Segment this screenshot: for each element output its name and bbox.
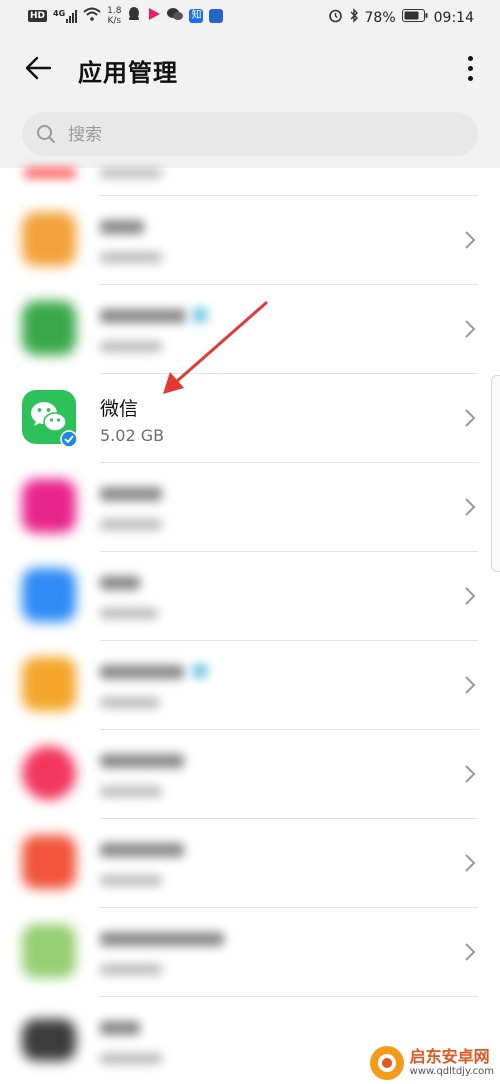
zhihu-icon: 知 [189,9,204,23]
battery-percent: 78% [364,9,396,26]
blurred-app-icon [22,1019,76,1061]
list-item[interactable] [0,819,500,908]
hd-badge: HD [28,10,48,22]
blurred-text [100,786,162,797]
chevron-right-icon [465,676,476,694]
blurred-text [100,1021,140,1035]
app-size: 5.02 GB [100,426,165,445]
list-item[interactable] [0,156,500,196]
scrollbar[interactable] [491,375,500,572]
list-item[interactable] [0,285,500,374]
list-item[interactable] [0,463,500,552]
watermark-url: www.qdltdjy.com [409,1066,494,1077]
search-bar[interactable] [22,112,478,158]
chevron-right-icon [465,854,476,872]
blurred-app-icon [22,568,76,622]
list-item[interactable] [0,730,500,819]
signal-label: 4G [53,9,66,18]
blurred-text [100,608,158,619]
list-item[interactable] [0,552,500,641]
blurred-text [100,576,140,590]
blurred-app-icon [24,168,76,178]
status-bar: HD 4G 1.8 K/s 知 78% 09:14 [0,0,500,36]
status-left: HD 4G 1.8 K/s 知 [28,6,224,26]
blurred-badge [192,663,208,679]
speed-unit: K/s [107,16,122,26]
blurred-text [100,309,186,323]
chevron-right-icon [465,587,476,605]
blurred-badge [192,307,208,323]
clock: 09:14 [433,9,474,26]
blurred-text [100,341,162,352]
chevron-right-icon [465,409,476,427]
more-options-button[interactable] [458,50,482,86]
blurred-text [100,519,162,530]
chevron-right-icon [465,765,476,783]
blurred-app-icon [22,301,76,355]
alarm-icon [328,8,343,27]
video-app-icon [147,7,161,25]
wechat-status-icon [167,7,184,25]
watermark-text: 启东安卓网 [409,1047,490,1066]
verified-badge-icon [60,430,78,448]
blurred-text [100,932,224,946]
status-right: 78% 09:14 [328,8,474,27]
signal-icon: 4G [53,9,78,23]
blurred-text [100,487,162,501]
chevron-right-icon [465,231,476,249]
more-dot-icon [467,55,473,61]
more-dot-icon [467,75,473,81]
blurred-text [100,1053,162,1064]
blurred-text [100,252,162,263]
blurred-app-icon [22,657,76,711]
app-item-wechat[interactable]: 微信 5.02 GB [0,374,500,463]
back-arrow-icon [25,56,52,80]
wifi-icon [83,7,101,25]
blurred-app-icon [22,924,76,978]
blurred-text [100,697,160,708]
chevron-right-icon [465,943,476,961]
back-button[interactable] [20,50,56,86]
blurred-app-icon [22,835,76,889]
chevron-right-icon [465,320,476,338]
search-input[interactable] [66,112,450,158]
more-dot-icon [467,65,473,71]
list-item[interactable] [0,196,500,285]
bluetooth-icon [349,8,359,27]
app-bar: 应用管理 [0,36,500,102]
chevron-right-icon [465,498,476,516]
app-notification-icon [209,9,224,23]
blurred-app-icon [22,746,76,800]
page-title: 应用管理 [78,59,178,87]
app-name: 微信 [100,398,139,420]
blurred-text [100,168,162,178]
blurred-text [100,843,184,857]
list-item[interactable] [0,641,500,730]
watermark-logo-icon [369,1046,404,1080]
search-icon [37,125,55,143]
watermark: 启东安卓网 www.qdltdjy.com [369,1046,494,1080]
blurred-app-icon [22,479,76,533]
blurred-text [100,220,144,234]
list-item[interactable] [0,908,500,997]
qq-icon [127,6,141,26]
blurred-text [100,875,162,886]
battery-icon [401,9,428,26]
blurred-app-icon [22,212,76,266]
network-speed: 1.8 K/s [107,6,121,26]
speed-value: 1.8 [107,6,122,16]
blurred-text [100,665,184,679]
blurred-text [100,754,184,768]
blurred-text [100,964,162,975]
